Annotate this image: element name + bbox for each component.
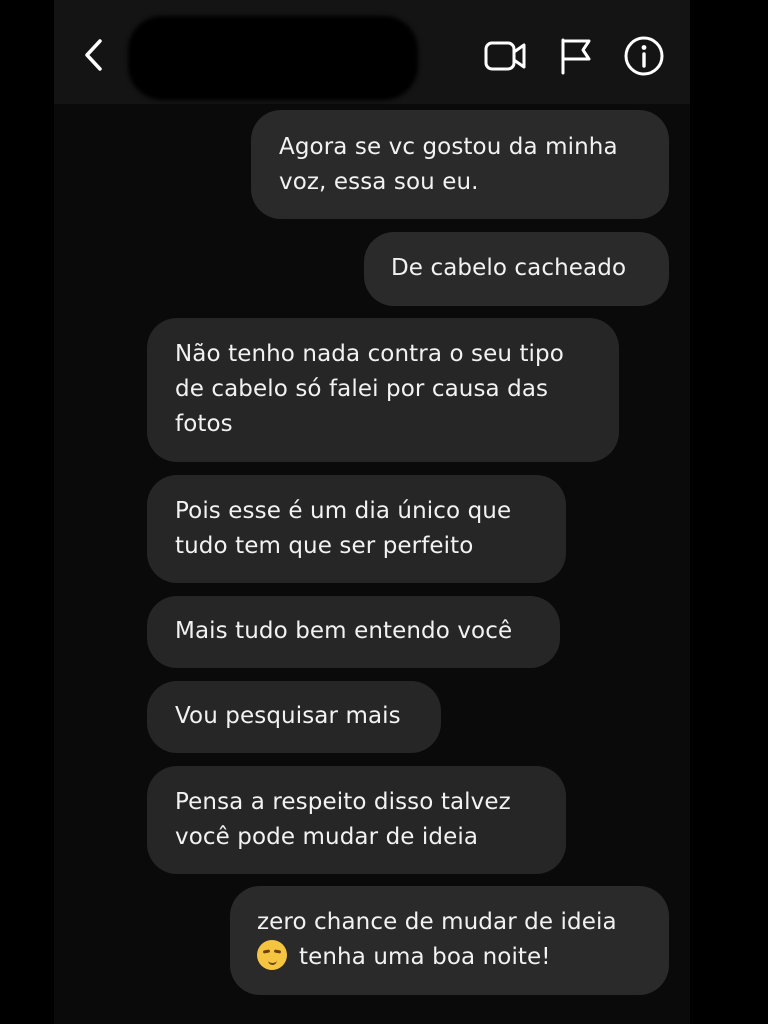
chevron-left-icon [85, 39, 102, 71]
message-text-line: você pode mudar de ideia [175, 824, 479, 850]
report-flag-button[interactable] [554, 34, 598, 78]
message-text-line: Vou pesquisar mais [175, 703, 401, 729]
message-text-line: voz, essa sou eu. [279, 169, 479, 195]
message-bubble-received[interactable]: Mais tudo bem entendo você [147, 596, 560, 668]
message-bubble-received[interactable]: Vou pesquisar mais [147, 681, 441, 753]
message-bubble-sent[interactable]: De cabelo cacheado [364, 232, 669, 306]
message-text-line: zero chance de mudar de ideia [257, 909, 617, 935]
message-text-line: Agora se vc gostou da minha [279, 134, 618, 160]
message-text-line: tenha uma boa noite! [299, 944, 551, 970]
back-button[interactable] [76, 32, 112, 78]
message-bubble-sent[interactable]: Agora se vc gostou da minha voz, essa so… [251, 110, 669, 219]
message-bubble-received[interactable]: Não tenho nada contra o seu tipo de cabe… [147, 318, 619, 462]
info-button[interactable] [622, 34, 666, 78]
message-text-line: Mais tudo bem entendo você [175, 618, 513, 644]
message-bubble-received[interactable]: Pensa a respeito disso talvez você pode … [147, 766, 566, 874]
message-text-line: Não tenho nada contra o seu tipo [175, 341, 564, 367]
relieved-face-emoji-icon [257, 940, 287, 970]
message-bubble-received[interactable]: Pois esse é um dia único que tudo tem qu… [147, 475, 566, 583]
message-text-line: tudo tem que ser perfeito [175, 533, 474, 559]
message-bubble-sent[interactable]: zero chance de mudar de ideia tenha uma … [230, 886, 669, 995]
message-text-line: Pensa a respeito disso talvez [175, 789, 511, 815]
message-text-line: Pois esse é um dia único que [175, 498, 512, 524]
info-icon [624, 36, 664, 76]
chat-header [54, 0, 690, 104]
contact-name-redacted[interactable] [128, 16, 418, 100]
video-call-button[interactable] [484, 34, 528, 78]
message-text-line-with-emoji: tenha uma boa noite! [257, 940, 669, 975]
flag-icon [561, 38, 591, 75]
video-call-icon [484, 41, 526, 71]
message-text-line: fotos [175, 411, 233, 437]
message-text-line: De cabelo cacheado [391, 255, 627, 281]
message-text-line: de cabelo só falei por causa das [175, 376, 549, 402]
